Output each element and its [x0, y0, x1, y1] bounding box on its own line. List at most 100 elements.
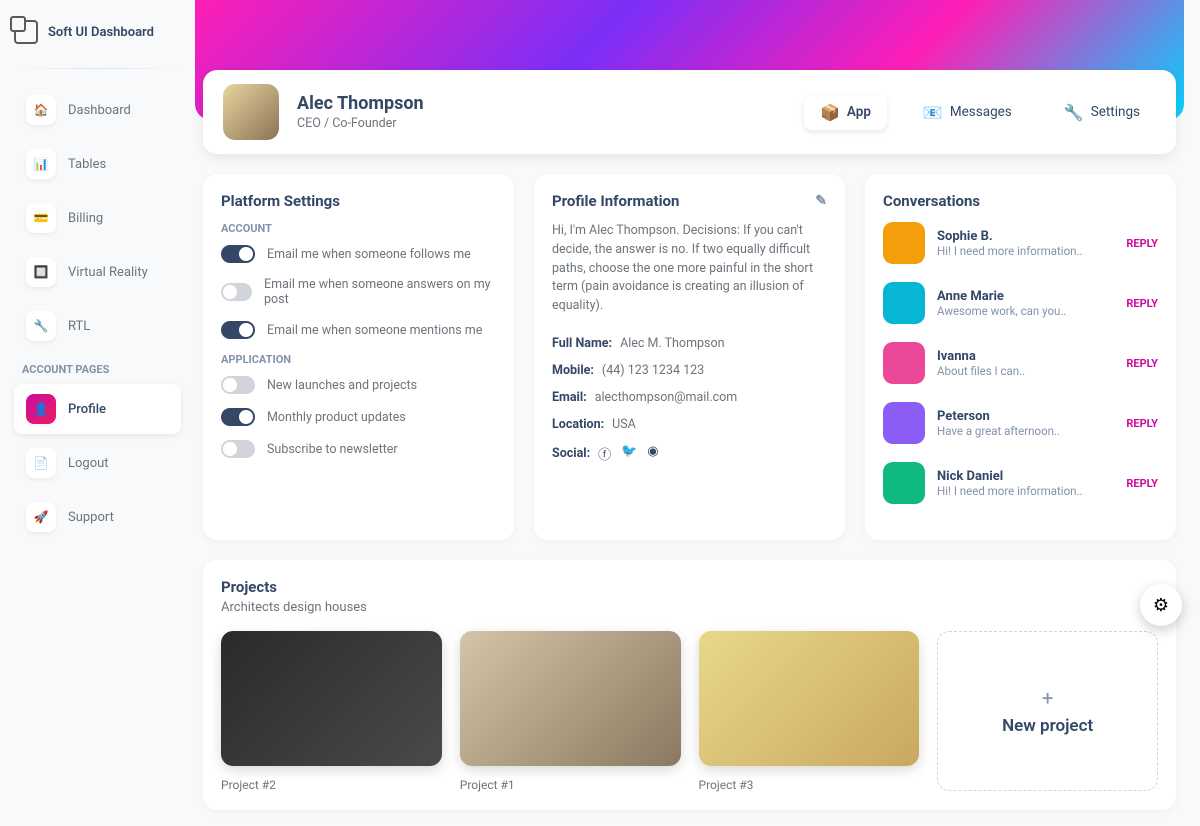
conversation-name: Sophie B.: [937, 229, 1083, 244]
switch-label: Subscribe to newsletter: [267, 442, 398, 457]
profile-info-card: Profile Information ✎ Hi, I'm Alec Thomp…: [534, 174, 845, 540]
profile-bar: Alec Thompson CEO / Co-Founder 📦 App 📧 M…: [203, 70, 1176, 154]
reply-button[interactable]: REPLY: [1126, 477, 1158, 490]
card-title: Projects: [221, 578, 1158, 596]
toggle-switch[interactable]: [221, 245, 255, 263]
project-item[interactable]: Project #3: [699, 631, 920, 792]
new-project-button[interactable]: + New project: [937, 631, 1158, 791]
info-value: USA: [612, 417, 636, 432]
project-label: Project #2: [221, 778, 442, 792]
nav-rtl[interactable]: 🔧 RTL: [14, 301, 181, 351]
toggle-switch[interactable]: [221, 440, 255, 458]
switch-label: Monthly product updates: [267, 410, 406, 425]
conversation-name: Nick Daniel: [937, 469, 1083, 484]
info-value: alecthompson@mail.com: [595, 390, 738, 405]
card-title: Profile Information ✎: [552, 192, 827, 210]
box-icon: 📦: [820, 103, 840, 122]
info-key: Location:: [552, 417, 604, 432]
project-item[interactable]: Project #2: [221, 631, 442, 792]
nav-label: Billing: [68, 211, 103, 226]
project-label: Project #1: [460, 778, 681, 792]
info-key: Mobile:: [552, 363, 594, 378]
toggle-switch[interactable]: [221, 376, 255, 394]
tab-settings[interactable]: 🔧 Settings: [1048, 95, 1156, 130]
conversation-message: Have a great afternoon..: [937, 424, 1060, 438]
sidebar: Soft UI Dashboard 🏠 Dashboard 📊 Tables 💳…: [0, 0, 195, 826]
nav-label: Support: [68, 510, 114, 525]
nav-dashboard[interactable]: 🏠 Dashboard: [14, 85, 181, 135]
twitter-icon[interactable]: 🐦: [621, 444, 637, 463]
conversation-message: Hi! I need more information..: [937, 484, 1083, 498]
tab-label: Settings: [1091, 104, 1140, 120]
toggle-switch[interactable]: [221, 321, 255, 339]
info-key: Full Name:: [552, 336, 612, 351]
switch-newsletter: Subscribe to newsletter: [221, 440, 496, 458]
mail-icon: 📧: [923, 103, 943, 122]
projects-card: Projects Architects design houses Projec…: [203, 560, 1176, 810]
nav-billing[interactable]: 💳 Billing: [14, 193, 181, 243]
conversation-item[interactable]: Ivanna About files I can.. REPLY: [883, 342, 1158, 384]
plus-icon: +: [1042, 686, 1053, 710]
settings-fab[interactable]: ⚙: [1140, 584, 1182, 626]
switch-label: Email me when someone mentions me: [267, 323, 482, 338]
nav-tables[interactable]: 📊 Tables: [14, 139, 181, 189]
rocket-icon: 🚀: [26, 502, 56, 532]
facebook-icon[interactable]: ⓕ: [598, 444, 611, 463]
profile-bio: Hi, I'm Alec Thompson. Decisions: If you…: [552, 222, 827, 316]
conversation-name: Anne Marie: [937, 289, 1066, 304]
conversation-item[interactable]: Sophie B. Hi! I need more information.. …: [883, 222, 1158, 264]
switch-mentions: Email me when someone mentions me: [221, 321, 496, 339]
project-item[interactable]: Project #1: [460, 631, 681, 792]
app-logo[interactable]: Soft UI Dashboard: [14, 20, 181, 44]
conversation-avatar: [883, 462, 925, 504]
divider: [14, 68, 181, 69]
project-image: [460, 631, 681, 766]
card-title: Conversations: [883, 192, 1158, 210]
nav-vr[interactable]: 🔲 Virtual Reality: [14, 247, 181, 297]
switch-label: New launches and projects: [267, 378, 417, 393]
projects-subtitle: Architects design houses: [221, 600, 1158, 615]
reply-button[interactable]: REPLY: [1126, 417, 1158, 430]
card-icon: 💳: [26, 203, 56, 233]
conversation-item[interactable]: Nick Daniel Hi! I need more information.…: [883, 462, 1158, 504]
switch-answers: Email me when someone answers on my post: [221, 277, 496, 307]
tool-icon: 🔧: [26, 311, 56, 341]
conversation-avatar: [883, 222, 925, 264]
profile-tabs: 📦 App 📧 Messages 🔧 Settings: [804, 95, 1156, 130]
switch-label: Email me when someone answers on my post: [264, 277, 496, 307]
tab-app[interactable]: 📦 App: [804, 95, 887, 130]
chart-icon: 📊: [26, 149, 56, 179]
switch-label: Email me when someone follows me: [267, 247, 471, 262]
section-account: ACCOUNT: [221, 222, 496, 235]
conversations-card: Conversations Sophie B. Hi! I need more …: [865, 174, 1176, 540]
switch-updates: Monthly product updates: [221, 408, 496, 426]
reply-button[interactable]: REPLY: [1126, 237, 1158, 250]
reply-button[interactable]: REPLY: [1126, 357, 1158, 370]
nav-support[interactable]: 🚀 Support: [14, 492, 181, 542]
conversation-item[interactable]: Anne Marie Awesome work, can you.. REPLY: [883, 282, 1158, 324]
conversation-message: About files I can..: [937, 364, 1025, 378]
reply-button[interactable]: REPLY: [1126, 297, 1158, 310]
profile-name: Alec Thompson: [297, 93, 424, 114]
tab-label: Messages: [950, 104, 1012, 120]
tab-messages[interactable]: 📧 Messages: [907, 95, 1028, 130]
profile-avatar[interactable]: [223, 84, 279, 140]
nav-profile[interactable]: 👤 Profile: [14, 384, 181, 434]
logo-text: Soft UI Dashboard: [48, 25, 154, 40]
project-label: Project #3: [699, 778, 920, 792]
toggle-switch[interactable]: [221, 408, 255, 426]
conversation-avatar: [883, 402, 925, 444]
instagram-icon[interactable]: ◉: [647, 444, 658, 463]
document-icon: 📄: [26, 448, 56, 478]
cube-icon: 🔲: [26, 257, 56, 287]
nav-label: RTL: [68, 319, 90, 334]
nav-logout[interactable]: 📄 Logout: [14, 438, 181, 488]
card-title: Platform Settings: [221, 192, 496, 210]
user-icon: 👤: [26, 394, 56, 424]
info-key: Email:: [552, 390, 587, 405]
conversation-item[interactable]: Peterson Have a great afternoon.. REPLY: [883, 402, 1158, 444]
nav-section-account: ACCOUNT PAGES: [22, 363, 173, 376]
edit-icon[interactable]: ✎: [815, 193, 827, 209]
switch-follows: Email me when someone follows me: [221, 245, 496, 263]
toggle-switch[interactable]: [221, 283, 252, 301]
